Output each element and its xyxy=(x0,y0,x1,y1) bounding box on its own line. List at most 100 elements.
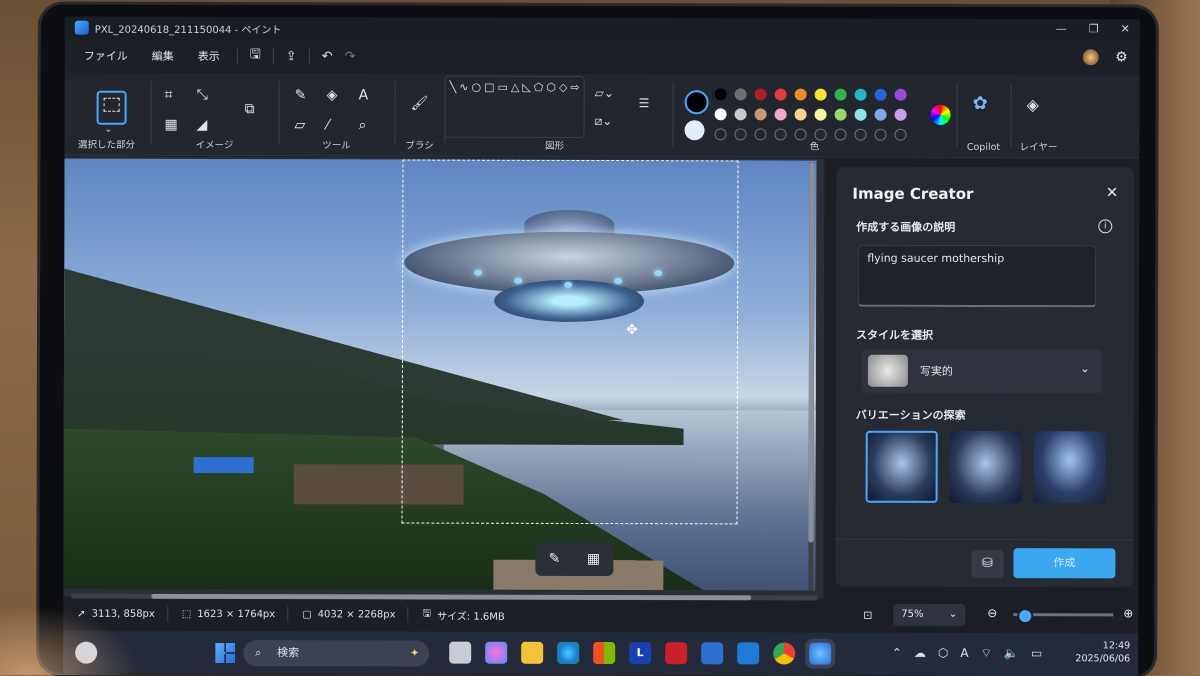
color-swatch[interactable] xyxy=(874,108,887,121)
color-swatch[interactable] xyxy=(794,88,807,101)
copilot-app-icon[interactable] xyxy=(485,641,508,664)
zoom-out-icon[interactable]: ⊖ xyxy=(987,606,997,620)
shape-size-icon[interactable]: ☰ xyxy=(639,96,650,110)
system-tray: ⌃ ☁ ⬡ A ⌔ 🔈 ▭ xyxy=(892,646,1042,661)
color-swatch[interactable] xyxy=(794,108,807,121)
clock[interactable]: 12:49 2025/06/06 xyxy=(1075,639,1130,665)
store-icon[interactable] xyxy=(593,641,616,665)
color-swatch[interactable] xyxy=(894,108,907,121)
outlook-icon[interactable] xyxy=(737,642,760,665)
color-swatch[interactable] xyxy=(714,88,727,101)
variation-thumbnail-1[interactable] xyxy=(865,430,938,503)
settings-gear-icon[interactable]: ⚙ xyxy=(1115,49,1128,65)
credits-icon[interactable]: ⛁ xyxy=(971,549,1004,579)
color-swatch[interactable] xyxy=(874,88,887,101)
generate-button[interactable]: 作成 xyxy=(1013,548,1116,579)
maximize-button[interactable]: ❐ xyxy=(1089,22,1099,35)
image-insert-icon[interactable]: ⧉ xyxy=(245,101,255,117)
color-swatch[interactable] xyxy=(854,108,867,121)
paint-app-icon[interactable] xyxy=(809,642,832,665)
wifi-icon[interactable]: ⌔ xyxy=(981,646,992,661)
color-swatch[interactable] xyxy=(894,88,907,101)
redo-icon[interactable]: ↷ xyxy=(345,49,356,64)
canvas-size-icon: ▢ xyxy=(302,608,312,620)
canvas-photo[interactable]: ✥ ✎ ▦ xyxy=(63,158,817,591)
fill-icon[interactable]: ⧄⌄ xyxy=(595,114,613,129)
color-swatch[interactable] xyxy=(734,88,747,101)
close-window-button[interactable]: ✕ xyxy=(1121,22,1130,35)
variation-thumbnail-3[interactable] xyxy=(1033,431,1106,504)
menu-view[interactable]: 表示 xyxy=(193,45,225,67)
undo-icon[interactable]: ↶ xyxy=(322,49,333,64)
word-icon[interactable] xyxy=(701,642,724,665)
layers-icon[interactable]: ◈ xyxy=(1027,95,1039,114)
color-swatch[interactable] xyxy=(814,108,827,121)
select-all-icon[interactable]: ▦ xyxy=(165,117,178,133)
color-swatch[interactable] xyxy=(714,108,727,121)
chrome-icon[interactable] xyxy=(773,642,796,665)
pencil-icon[interactable]: ✎ xyxy=(295,87,307,103)
widget-icon[interactable]: ⬡ xyxy=(938,646,949,661)
zoom-slider[interactable] xyxy=(1013,608,1114,625)
edge-browser-icon[interactable] xyxy=(557,641,580,664)
color-swatch[interactable] xyxy=(754,88,767,101)
share-icon[interactable]: ⇪ xyxy=(286,49,297,64)
file-explorer-icon[interactable] xyxy=(521,641,544,664)
fit-to-window-icon[interactable]: ⊡ xyxy=(863,609,872,622)
save-icon[interactable]: 🖫 xyxy=(250,45,261,67)
color-swatch[interactable] xyxy=(854,88,867,101)
avatar[interactable] xyxy=(1083,49,1100,66)
task-view-icon[interactable] xyxy=(449,641,472,664)
canvas-area[interactable]: ✥ ✎ ▦ xyxy=(63,156,825,601)
resize-icon[interactable]: ⤡ xyxy=(197,87,208,103)
color-swatch[interactable] xyxy=(754,108,767,121)
volume-icon[interactable]: 🔈 xyxy=(1004,646,1019,661)
copilot-label[interactable]: Copilot xyxy=(958,142,1008,153)
transparent-selection-icon[interactable]: ▦ xyxy=(587,551,600,567)
zoom-slider-knob[interactable] xyxy=(1017,608,1034,625)
font-icon[interactable]: A xyxy=(960,646,968,661)
magnifier-icon[interactable]: ⌕ xyxy=(359,117,367,133)
color-swatch[interactable] xyxy=(734,108,747,121)
eraser-icon[interactable]: ▱ xyxy=(295,117,306,133)
text-icon[interactable]: A xyxy=(359,87,369,103)
color-picker-icon[interactable]: ⁄ xyxy=(327,117,329,133)
minimize-button[interactable]: — xyxy=(1056,22,1067,35)
primary-color-swatch[interactable] xyxy=(684,90,709,115)
fill-bucket-icon[interactable]: ◈ xyxy=(327,87,338,103)
zoom-select[interactable]: 75% ⌄ xyxy=(893,603,966,626)
cloud-icon[interactable]: ☁ xyxy=(914,646,926,661)
brush-icon[interactable]: 🖌 xyxy=(411,96,429,112)
color-swatch[interactable] xyxy=(774,108,787,121)
prompt-input[interactable]: flying saucer mothership xyxy=(858,244,1097,308)
close-icon[interactable]: ✕ xyxy=(1106,183,1119,201)
erase-selection-icon[interactable]: ✎ xyxy=(549,551,561,567)
color-swatch[interactable] xyxy=(814,88,827,101)
crop-icon[interactable]: ⌗ xyxy=(165,87,173,103)
edit-colors-icon[interactable] xyxy=(930,104,951,125)
outline-icon[interactable]: ▱⌄ xyxy=(595,86,614,100)
status-bar: ➚ 3113, 858px ⬚ 1623 × 1764px ▢ 4032 × 2… xyxy=(63,598,1139,632)
selection-rectangle[interactable] xyxy=(401,159,739,525)
variation-thumbnail-2[interactable] xyxy=(949,430,1022,504)
battery-icon[interactable]: ▭ xyxy=(1031,646,1042,661)
chevron-down-icon: ⌄ xyxy=(948,608,958,620)
l-app-icon[interactable]: L xyxy=(629,642,652,665)
style-dropdown[interactable]: 写実的 ⌄ xyxy=(861,348,1102,394)
menu-edit[interactable]: 編集 xyxy=(147,45,179,67)
chevron-up-icon[interactable]: ⌃ xyxy=(892,646,902,661)
chevron-down-icon[interactable]: ⌄ xyxy=(105,125,113,135)
selection-tool-icon[interactable] xyxy=(96,90,127,125)
color-swatch[interactable] xyxy=(834,108,847,121)
windows-start-icon[interactable] xyxy=(215,643,235,663)
rotate-icon[interactable]: ◢ xyxy=(197,117,208,133)
taskbar-search[interactable]: ⌕ 検索 ✦ xyxy=(243,640,430,667)
zoom-in-icon[interactable]: ⊕ xyxy=(1123,606,1133,620)
color-swatch[interactable] xyxy=(774,88,787,101)
info-icon[interactable]: i xyxy=(1098,219,1113,234)
mcafee-icon[interactable] xyxy=(665,642,688,665)
color-swatch[interactable] xyxy=(834,88,847,101)
copilot-icon[interactable]: ✿ xyxy=(973,93,988,114)
layers-label[interactable]: レイヤー xyxy=(1012,139,1064,153)
menu-file[interactable]: ファイル xyxy=(79,45,133,67)
